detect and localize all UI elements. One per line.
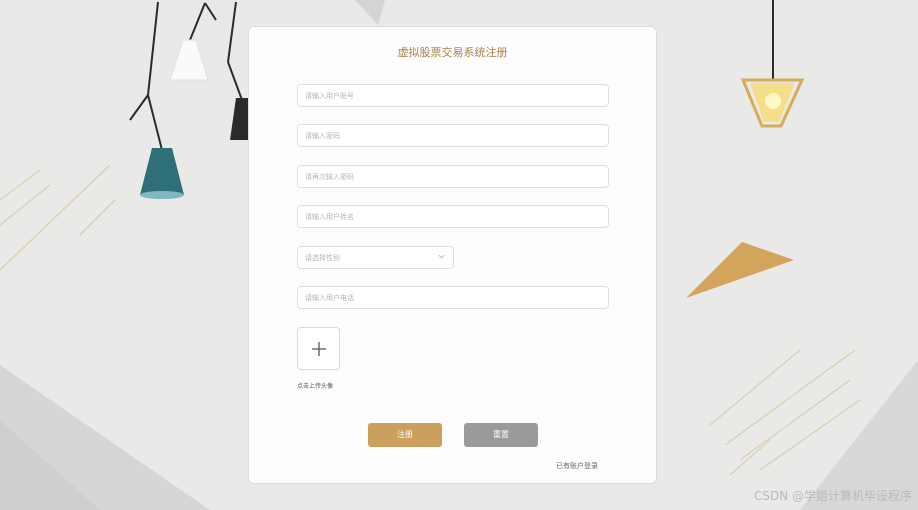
- watermark: CSDN @学姐计算机毕设程序: [753, 489, 912, 503]
- password-input[interactable]: [297, 124, 609, 147]
- gender-select[interactable]: 请选择性别: [297, 246, 454, 269]
- name-input[interactable]: [297, 205, 609, 228]
- upload-label: 点击上传头像: [297, 383, 334, 390]
- plus-icon: [312, 342, 326, 356]
- chevron-down-icon: [438, 254, 445, 259]
- register-button[interactable]: 注册: [368, 423, 442, 447]
- gender-select-placeholder: 请选择性别: [305, 254, 340, 262]
- avatar-upload-button[interactable]: [297, 327, 340, 370]
- lamp-left-icon: [129, 1, 262, 199]
- page-title: 虚拟股票交易系统注册: [397, 46, 508, 59]
- reset-button[interactable]: 重置: [464, 423, 538, 447]
- phone-input[interactable]: [297, 286, 609, 309]
- register-card: 虚拟股票交易系统注册 请选择性别 点击上传头像 注册 重置 已有账户登录: [248, 26, 657, 484]
- account-input[interactable]: [297, 84, 609, 107]
- confirm-password-input[interactable]: [297, 165, 609, 188]
- lamp-right-icon: [740, 0, 805, 128]
- login-link[interactable]: 已有账户登录: [556, 461, 598, 471]
